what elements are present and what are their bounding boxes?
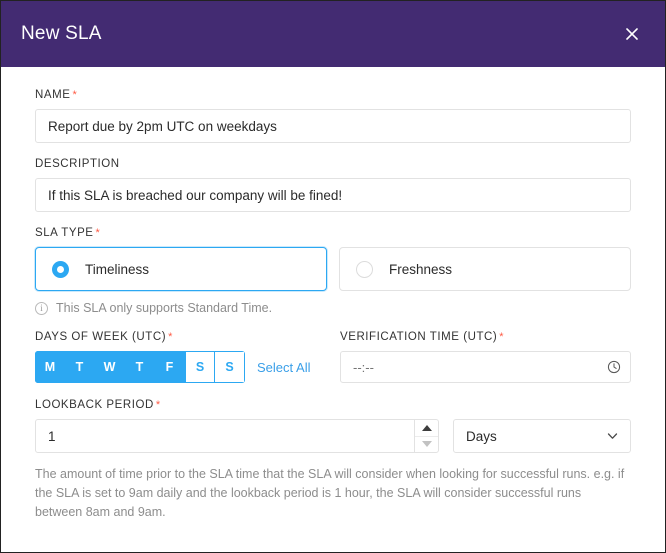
- radio-icon-freshness: [356, 261, 373, 278]
- sla-type-label: SLA TYPE*: [35, 227, 631, 239]
- days-of-week-selector: M T W T F S S Select All: [35, 351, 326, 383]
- name-input[interactable]: [35, 109, 631, 143]
- select-all-days-link[interactable]: Select All: [257, 360, 310, 375]
- lookback-period-label: LOOKBACK PERIOD*: [35, 399, 631, 411]
- description-input[interactable]: [35, 178, 631, 212]
- info-icon: i: [35, 302, 48, 315]
- day-toggle-wednesday[interactable]: W: [95, 351, 125, 383]
- modal-body: NAME* DESCRIPTION SLA TYPE* Timeliness: [1, 67, 665, 521]
- description-label-text: DESCRIPTION: [35, 158, 120, 170]
- sla-type-option-freshness-label: Freshness: [389, 262, 452, 277]
- name-field-group: NAME*: [35, 89, 631, 143]
- radio-icon-timeliness: [52, 261, 69, 278]
- lookback-period-stepper: [414, 420, 438, 452]
- name-label-text: NAME: [35, 89, 70, 101]
- modal-title: New SLA: [21, 23, 102, 45]
- verification-time-label: VERIFICATION TIME (UTC)*: [340, 331, 631, 343]
- lookback-unit-value: Days: [466, 429, 497, 444]
- day-toggle-thursday[interactable]: T: [125, 351, 155, 383]
- lookback-period-description: The amount of time prior to the SLA time…: [35, 465, 631, 521]
- caret-down-icon[interactable]: [415, 437, 438, 453]
- day-toggle-group: M T W T F S S: [35, 351, 245, 383]
- lookback-period-label-text: LOOKBACK PERIOD: [35, 399, 154, 411]
- schedule-row: DAYS OF WEEK (UTC)* M T W T F S S Select…: [35, 331, 631, 383]
- verification-time-input[interactable]: [340, 351, 631, 383]
- verification-time-required-asterisk: *: [499, 331, 504, 343]
- sla-type-required-asterisk: *: [96, 227, 101, 239]
- description-label: DESCRIPTION: [35, 158, 631, 170]
- sla-type-label-text: SLA TYPE: [35, 227, 94, 239]
- sla-type-option-timeliness[interactable]: Timeliness: [35, 247, 327, 291]
- sla-type-hint-text: This SLA only supports Standard Time.: [56, 301, 272, 315]
- sla-type-hint: i This SLA only supports Standard Time.: [35, 301, 631, 315]
- day-toggle-monday[interactable]: M: [35, 351, 65, 383]
- modal-header: New SLA: [1, 1, 665, 67]
- close-icon[interactable]: [617, 19, 647, 49]
- days-of-week-label-text: DAYS OF WEEK (UTC): [35, 331, 166, 343]
- lookback-number-wrap: [35, 419, 439, 453]
- lookback-unit-select[interactable]: Days: [453, 419, 631, 453]
- lookback-period-controls: Days: [35, 419, 631, 453]
- lookback-period-field-group: LOOKBACK PERIOD* Days: [35, 399, 631, 521]
- clock-icon[interactable]: [607, 360, 621, 374]
- verification-time-input-wrap: [340, 351, 631, 383]
- day-toggle-sunday[interactable]: S: [215, 351, 245, 383]
- lookback-unit-wrap: Days: [453, 419, 631, 453]
- verification-time-label-text: VERIFICATION TIME (UTC): [340, 331, 497, 343]
- days-of-week-field-group: DAYS OF WEEK (UTC)* M T W T F S S Select…: [35, 331, 326, 383]
- days-of-week-required-asterisk: *: [168, 331, 173, 343]
- name-label: NAME*: [35, 89, 631, 101]
- caret-up-icon[interactable]: [415, 420, 438, 437]
- sla-type-option-freshness[interactable]: Freshness: [339, 247, 631, 291]
- verification-time-field-group: VERIFICATION TIME (UTC)*: [340, 331, 631, 383]
- description-field-group: DESCRIPTION: [35, 158, 631, 212]
- lookback-period-required-asterisk: *: [156, 399, 161, 411]
- day-toggle-saturday[interactable]: S: [185, 351, 215, 383]
- sla-type-field-group: SLA TYPE* Timeliness Freshness i This SL…: [35, 227, 631, 315]
- lookback-period-input[interactable]: [35, 419, 439, 453]
- sla-type-option-timeliness-label: Timeliness: [85, 262, 149, 277]
- name-required-asterisk: *: [72, 89, 77, 101]
- days-of-week-label: DAYS OF WEEK (UTC)*: [35, 331, 326, 343]
- new-sla-modal: New SLA NAME* DESCRIPTION SLA TYPE*: [0, 0, 666, 553]
- sla-type-options: Timeliness Freshness: [35, 247, 631, 291]
- day-toggle-tuesday[interactable]: T: [65, 351, 95, 383]
- day-toggle-friday[interactable]: F: [155, 351, 185, 383]
